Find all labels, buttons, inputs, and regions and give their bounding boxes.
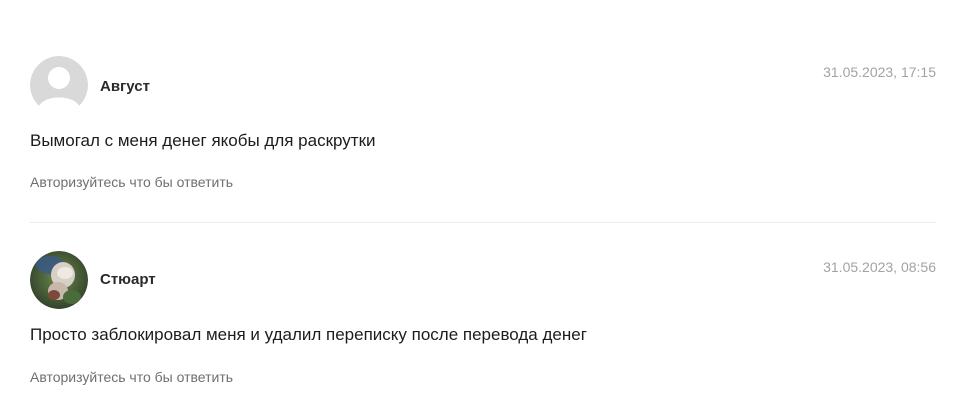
user-photo-avatar: [30, 251, 88, 309]
reply-login-link[interactable]: Авторизуйтесь что бы ответить: [30, 368, 233, 386]
comment-item: Стюарт 31.05.2023, 08:56 Просто заблокир…: [0, 223, 974, 408]
comment-date: 31.05.2023, 17:15: [823, 64, 936, 80]
comment-date: 31.05.2023, 08:56: [823, 259, 936, 275]
comment-author: Стюарт: [100, 271, 156, 288]
comment-item: Август 31.05.2023, 17:15 Вымогал с меня …: [0, 0, 974, 222]
comment-author: Август: [100, 78, 150, 95]
reply-login-link[interactable]: Авторизуйтесь что бы ответить: [30, 173, 233, 191]
comment-text: Вымогал с меня денег якобы для раскрутки: [30, 131, 376, 150]
default-user-icon: [30, 56, 88, 114]
comment-text: Просто заблокировал меня и удалил перепи…: [30, 325, 587, 344]
